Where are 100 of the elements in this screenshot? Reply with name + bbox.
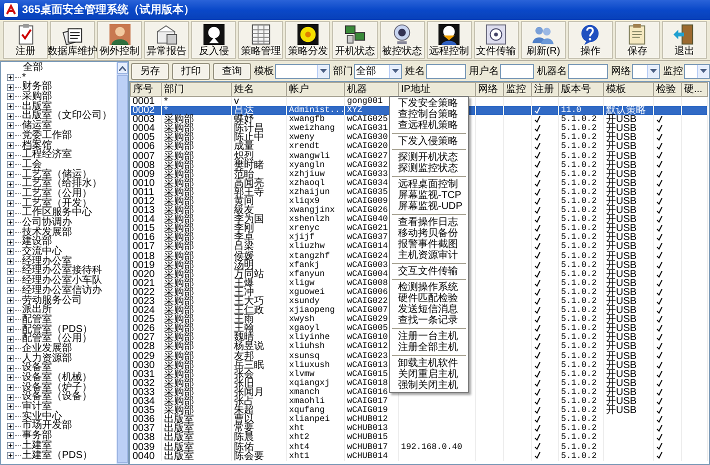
dropdown-arrow-icon[interactable] [700,69,707,73]
column-header[interactable]: 序号 [130,82,162,96]
column-header[interactable]: 网络 [476,82,504,96]
expand-icon[interactable] [7,452,14,459]
tree-item[interactable]: 储运室 [22,121,52,131]
menu-item[interactable]: 卸载主机软件 [390,358,468,369]
column-header[interactable]: 部门 [162,82,232,96]
menu-item[interactable]: 硬件匹配检验 [390,293,468,304]
tree-item[interactable]: 事务部 [22,431,52,441]
expand-icon[interactable] [7,316,14,324]
tree-item[interactable]: 经理办公室 [22,256,72,266]
tree-item[interactable]: 土建室 [22,440,52,451]
tree-item[interactable]: 党委工作部 [22,130,72,141]
menu-item[interactable]: 查看操作日志 [390,217,468,228]
expand-icon[interactable] [7,364,14,372]
column-header[interactable]: IP地址 [398,82,476,96]
column-header[interactable]: 硬... [682,82,708,96]
expand-icon[interactable] [7,277,14,284]
expand-icon[interactable] [7,170,14,178]
tree-item[interactable]: 档案馆 [22,140,52,150]
scrollbar[interactable] [116,62,128,464]
tree-item[interactable]: 工程经济室 [22,150,72,160]
expand-icon[interactable] [7,413,14,420]
expand-icon[interactable] [7,326,14,333]
tree-item[interactable]: 配管室（PDS） [22,324,93,334]
menu-item[interactable]: 移动拷贝备份 [390,228,468,239]
toolbar-button[interactable]: 策略分发 [285,21,330,59]
expand-icon[interactable] [7,403,14,410]
action-button[interactable]: 另存 [131,62,169,80]
tree-item[interactable]: 配管室 [22,314,52,325]
action-button[interactable]: 查询 [213,62,251,80]
expand-icon[interactable] [7,384,14,392]
toolbar-button[interactable]: 反入侵 [191,21,236,59]
column-header[interactable]: 注册 [532,82,558,96]
menu-item[interactable]: 发送短信消息 [390,304,468,315]
dropdown[interactable] [684,64,710,78]
menu-item[interactable]: 探测开机状态 [390,152,468,163]
menu-item[interactable]: 远程桌面控制 [390,179,468,190]
menu-item[interactable]: 强制关闭主机 [390,380,468,391]
menu-item[interactable]: 检测操作系统 [390,282,468,293]
toolbar-button[interactable]: 远程控制 [426,21,472,59]
menu-item[interactable]: 注册一台主机 [390,331,468,342]
toolbar-button[interactable]: 刷新(R) [520,21,566,59]
expand-icon[interactable] [7,287,14,294]
expand-icon[interactable] [7,210,14,217]
toolbar-button[interactable]: 操作 [568,21,613,59]
scroll-up-icon[interactable] [119,66,126,70]
toolbar-button[interactable]: 数据库维护 [50,21,96,59]
tree-item[interactable]: 采购部 [22,92,52,102]
tree-item[interactable]: 技术发展部 [22,228,72,238]
tree-item[interactable]: 设备室（机械） [22,373,92,383]
menu-item[interactable]: 屏幕监视-UDP [390,201,468,212]
expand-icon[interactable] [7,190,14,198]
menu-item[interactable]: 报警事件截图 [390,239,468,250]
expand-icon[interactable] [7,152,14,159]
tree-item[interactable]: 工艺室（开发） [22,198,92,208]
menu-item[interactable]: 注册全部主机 [390,342,468,353]
toolbar-button[interactable]: 文件传输 [474,21,519,59]
expand-icon[interactable] [7,132,14,140]
tree-item[interactable]: 审计室 [22,402,52,412]
tree-item[interactable]: * [22,72,26,82]
expand-icon[interactable] [7,432,14,440]
menu-item[interactable]: 关闭重启主机 [390,369,468,380]
menu-item[interactable]: 查控制台策略 [390,109,468,120]
toolbar-button[interactable]: 开机状态 [332,21,378,59]
expand-icon[interactable] [7,345,14,352]
tree-item[interactable]: 交流中心 [22,247,62,257]
expand-icon[interactable] [7,122,14,130]
expand-icon[interactable] [7,84,14,91]
column-header[interactable]: 版本号 [558,82,604,96]
expand-icon[interactable] [7,422,14,430]
tree-item[interactable]: 企业发展部 [22,344,72,354]
expand-icon[interactable] [7,161,14,168]
tree-item[interactable]: 工艺室（给排水） [22,179,102,189]
toolbar-button[interactable]: 退出 [662,21,707,59]
tree-item[interactable]: 工艺室（公用） [22,188,92,199]
tree-item[interactable]: 实业中心 [22,412,62,422]
expand-icon[interactable] [7,374,14,382]
tree-item[interactable]: 设备室（炉子） [22,382,92,392]
tree-item[interactable]: 工艺室（储运） [22,170,92,180]
input-field[interactable] [426,64,466,78]
expand-icon[interactable] [7,306,14,314]
expand-icon[interactable] [7,103,14,110]
tree-item[interactable]: 土建室（PDS） [22,450,93,460]
dropdown[interactable] [632,64,660,78]
expand-icon[interactable] [7,248,14,256]
dropdown[interactable] [275,64,330,78]
toolbar-button[interactable]: 异常报告 [144,21,190,59]
tree-item[interactable]: 出版室 [22,102,52,112]
expand-icon[interactable] [7,268,14,275]
dropdown-arrow-icon[interactable] [650,69,657,73]
input-field[interactable] [568,64,608,78]
dropdown-arrow-icon[interactable] [320,69,327,73]
expand-icon[interactable] [7,296,14,304]
column-header[interactable]: 模板 [604,82,654,96]
menu-item[interactable]: 下发入侵策略 [390,136,468,147]
column-header[interactable]: 机器 [344,82,398,96]
expand-icon[interactable] [7,394,14,401]
menu-item[interactable]: 主机资源审计 [390,250,468,261]
expand-icon[interactable] [7,354,14,362]
